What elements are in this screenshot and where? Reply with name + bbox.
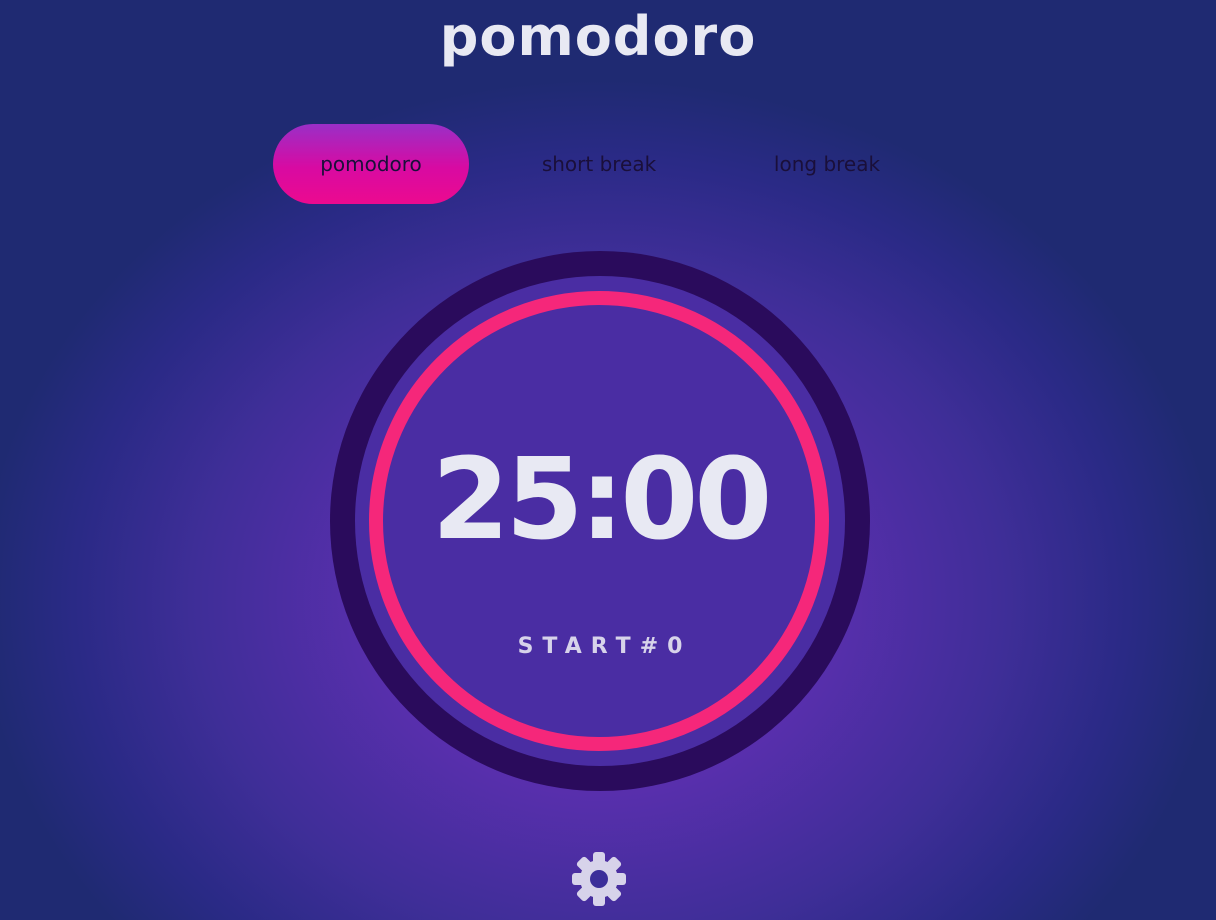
tab-pomodoro[interactable]: pomodoro — [273, 124, 469, 204]
mode-tabs: pomodoro short break long break — [273, 124, 933, 204]
app-title: pomodoro — [439, 5, 757, 68]
timer-display: 25:00 — [431, 435, 773, 565]
start-button[interactable]: START#0 — [330, 634, 870, 659]
gear-icon[interactable] — [570, 850, 628, 908]
tab-long-break[interactable]: long break — [729, 124, 925, 204]
tab-short-break[interactable]: short break — [501, 124, 697, 204]
